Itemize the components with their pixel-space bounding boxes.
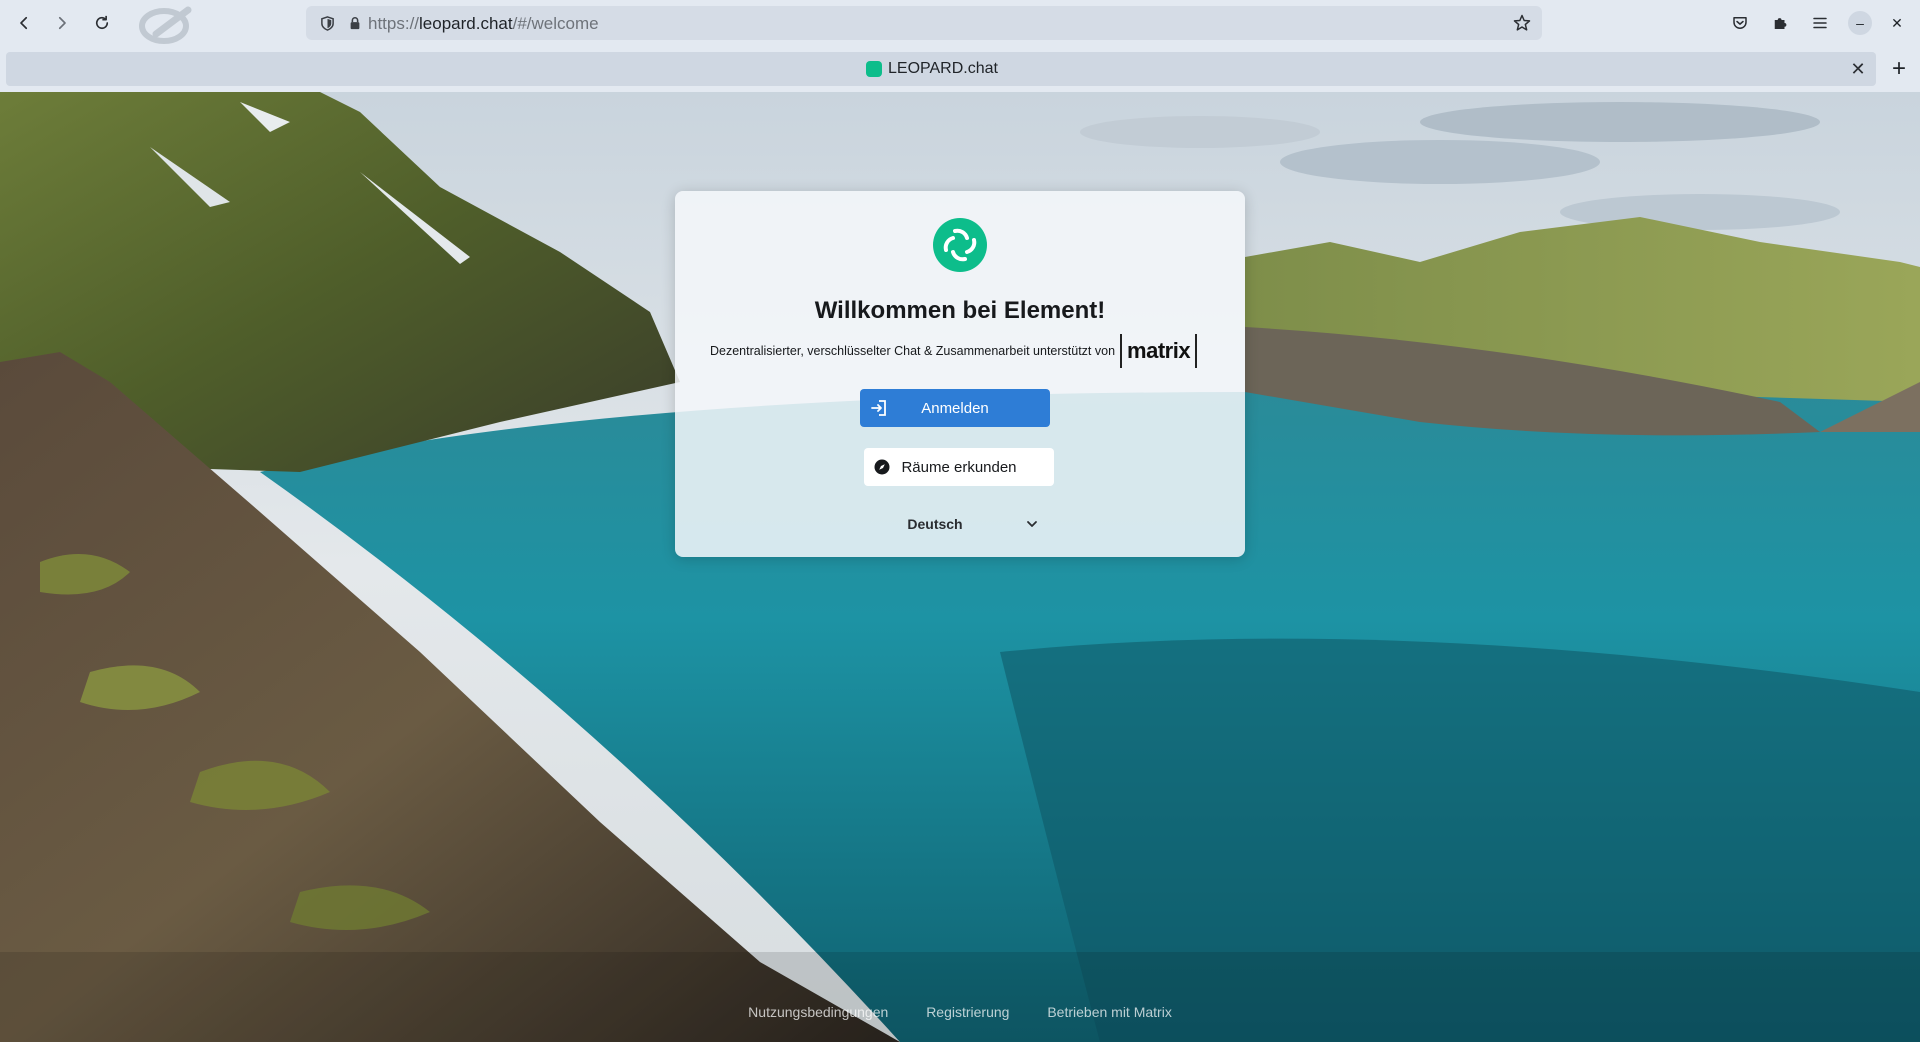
minimize-button[interactable]: – — [1848, 11, 1872, 35]
plus-icon: + — [1891, 55, 1906, 82]
page-footer: Nutzungsbedingungen Registrierung Betrie… — [0, 1004, 1920, 1020]
browser-brand-logo — [139, 6, 192, 44]
menu-button[interactable] — [1804, 7, 1836, 39]
reload-icon — [95, 15, 109, 30]
register-link[interactable]: Registrierung — [926, 1004, 1009, 1020]
forward-button[interactable] — [46, 7, 78, 39]
tab-leopard-chat[interactable]: LEOPARD.chat ✕ — [6, 52, 1876, 86]
tracking-shield-icon[interactable] — [318, 14, 336, 32]
hamburger-menu-icon — [1813, 17, 1827, 29]
login-label: Anmelden — [921, 399, 989, 417]
welcome-subtitle: Dezentralisierter, verschlüsselter Chat … — [710, 334, 1198, 368]
extensions-button[interactable] — [1764, 7, 1796, 39]
welcome-title: Willkommen bei Element! — [814, 297, 1106, 324]
chevron-down-icon — [1027, 521, 1037, 527]
forward-arrow-icon — [58, 16, 66, 30]
favicon — [866, 61, 882, 77]
close-window-button[interactable]: ✕ — [1885, 11, 1909, 35]
url-scheme: https:// — [368, 14, 420, 33]
back-button[interactable] — [8, 7, 40, 39]
url-domain: leopard.chat — [419, 14, 513, 33]
pocket-icon — [1733, 17, 1747, 29]
language-value: Deutsch — [907, 516, 963, 532]
explore-rooms-button[interactable]: Räume erkunden — [864, 448, 1054, 486]
lock-icon[interactable] — [346, 14, 364, 32]
terms-link[interactable]: Nutzungsbedingungen — [748, 1004, 888, 1020]
puzzle-icon — [1774, 18, 1787, 29]
tab-strip: LEOPARD.chat ✕ + — [0, 46, 1920, 92]
new-tab-button[interactable]: + — [1884, 54, 1914, 84]
element-logo-icon — [933, 218, 987, 272]
close-tab-button[interactable]: ✕ — [1848, 59, 1868, 79]
star-icon[interactable] — [1512, 13, 1532, 33]
explore-label: Räume erkunden — [901, 458, 1017, 476]
subtitle-text: Dezentralisierter, verschlüsselter Chat … — [710, 344, 1116, 358]
minimize-icon: – — [1856, 15, 1864, 31]
address-bar[interactable]: https://leopard.chat/#/welcome — [306, 6, 1542, 40]
close-icon: ✕ — [1850, 58, 1866, 79]
url-text[interactable]: https://leopard.chat/#/welcome — [368, 14, 599, 34]
pocket-button[interactable] — [1724, 7, 1756, 39]
browser-toolbar: https://leopard.chat/#/welcome – ✕ — [0, 0, 1920, 46]
url-path: /#/welcome — [512, 14, 599, 33]
login-button[interactable]: Anmelden — [860, 389, 1050, 427]
welcome-card: Willkommen bei Element! Dezentralisierte… — [675, 191, 1245, 557]
back-arrow-icon — [20, 16, 28, 30]
powered-by-matrix-link[interactable]: Betrieben mit Matrix — [1047, 1004, 1171, 1020]
matrix-logo[interactable]: matrix — [1120, 334, 1198, 368]
sign-in-icon — [871, 400, 886, 416]
page-viewport: Willkommen bei Element! Dezentralisierte… — [0, 92, 1920, 1042]
tab-title: LEOPARD.chat — [888, 60, 998, 77]
compass-icon — [874, 459, 890, 475]
language-dropdown[interactable]: Deutsch — [865, 511, 1055, 537]
close-icon: ✕ — [1891, 14, 1903, 31]
reload-button[interactable] — [86, 7, 118, 39]
